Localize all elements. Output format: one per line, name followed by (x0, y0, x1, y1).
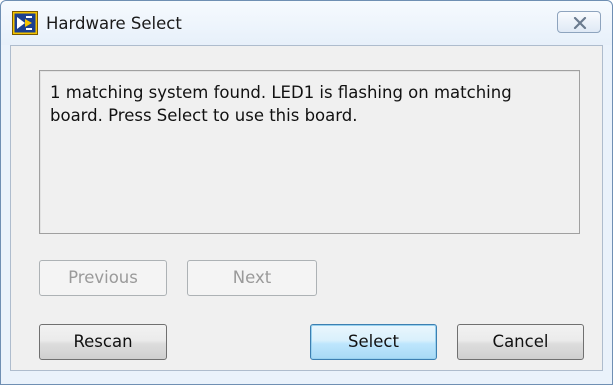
next-button[interactable]: Next (187, 260, 317, 296)
select-button[interactable]: Select (310, 324, 437, 360)
status-message: 1 matching system found. LED1 is flashin… (39, 70, 580, 234)
hardware-select-dialog: Hardware Select 1 matching system found.… (0, 0, 613, 385)
title-bar[interactable]: Hardware Select (1, 1, 612, 45)
rescan-button[interactable]: Rescan (39, 324, 167, 360)
previous-button[interactable]: Previous (39, 260, 167, 296)
close-icon (573, 17, 587, 29)
labview-app-icon (12, 11, 38, 35)
dialog-body: 1 matching system found. LED1 is flashin… (10, 45, 603, 371)
close-button[interactable] (557, 11, 601, 33)
window-title: Hardware Select (46, 14, 182, 33)
cancel-button[interactable]: Cancel (457, 324, 584, 360)
